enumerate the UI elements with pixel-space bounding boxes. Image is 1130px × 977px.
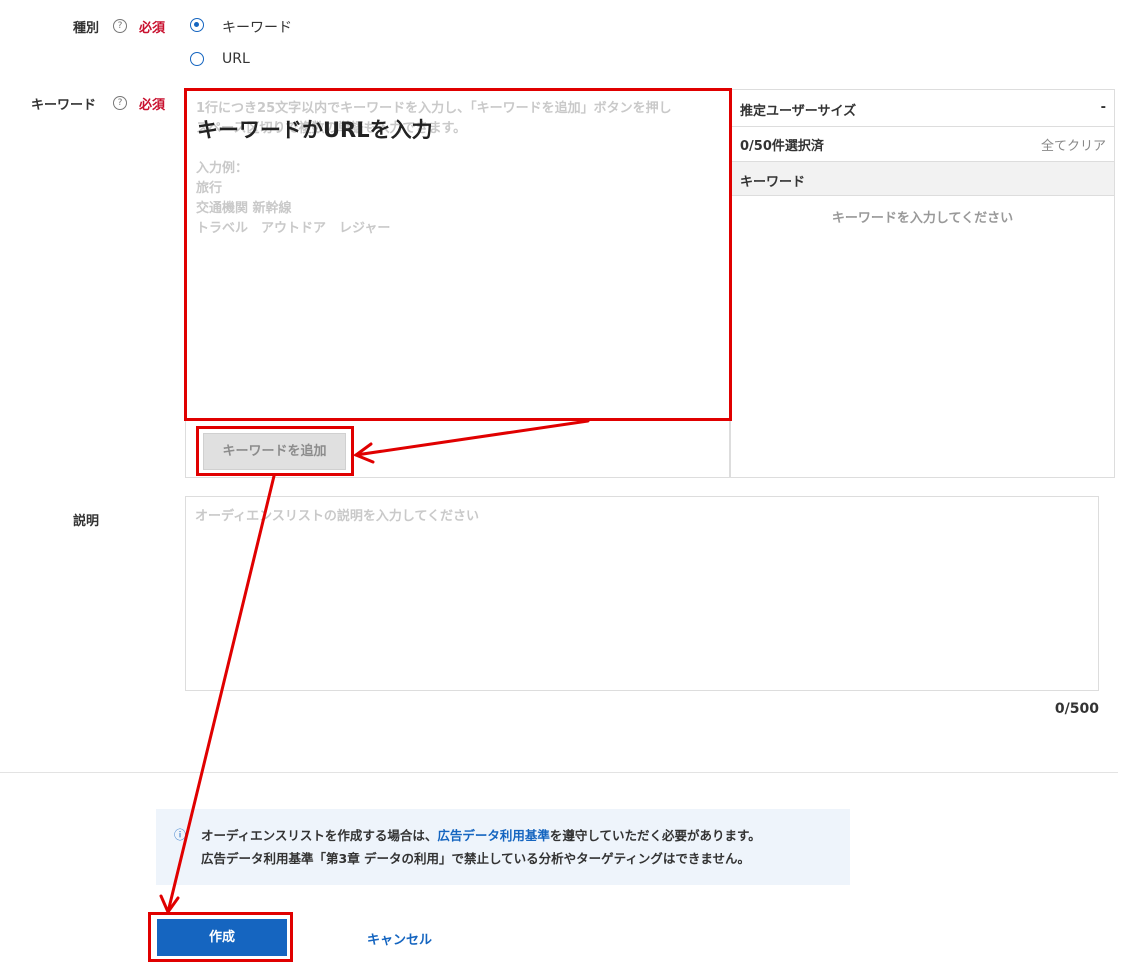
- arrow-to-add-button: [354, 419, 590, 457]
- arrow-to-create-button: [166, 474, 276, 914]
- annotation-arrows: [159, 419, 590, 916]
